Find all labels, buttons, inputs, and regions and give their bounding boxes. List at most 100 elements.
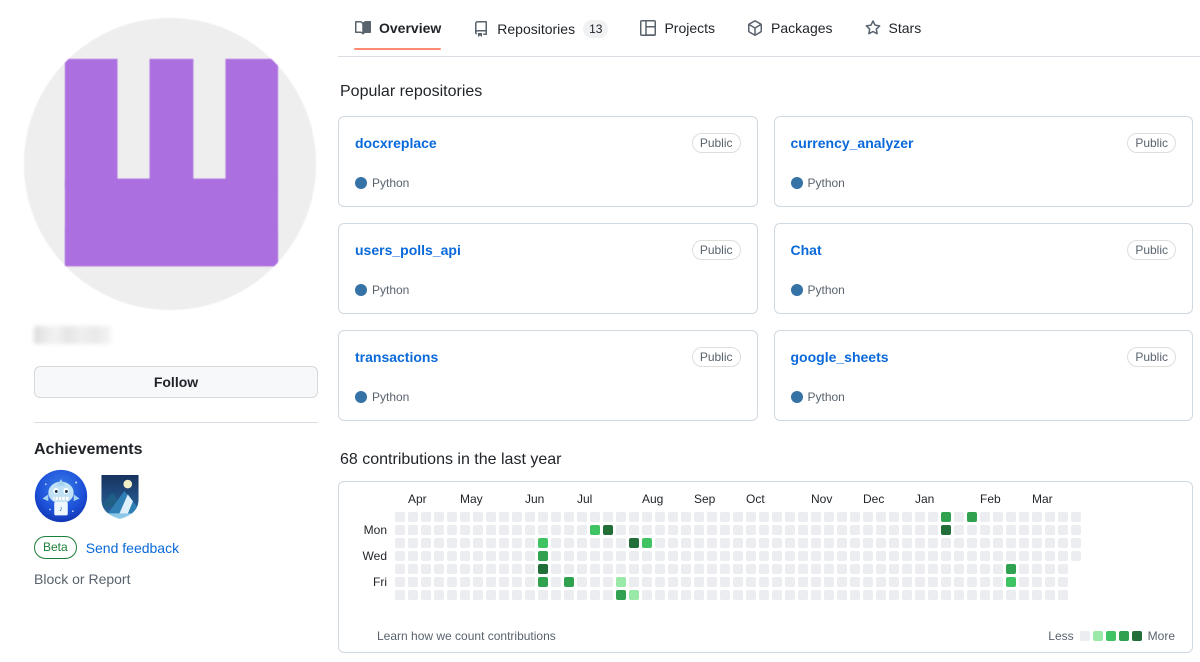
contribution-day[interactable] <box>863 525 873 535</box>
contribution-day[interactable] <box>967 551 977 561</box>
contribution-day[interactable] <box>434 525 444 535</box>
contribution-day[interactable] <box>759 525 769 535</box>
contribution-day[interactable] <box>629 577 639 587</box>
contribution-day[interactable] <box>876 577 886 587</box>
contribution-day[interactable] <box>980 525 990 535</box>
contribution-day[interactable] <box>720 590 730 600</box>
contribution-day[interactable] <box>798 538 808 548</box>
contribution-day[interactable] <box>850 512 860 522</box>
contribution-day[interactable] <box>590 590 600 600</box>
contribution-day[interactable] <box>551 564 561 574</box>
contribution-day[interactable] <box>460 551 470 561</box>
contribution-day[interactable] <box>1071 538 1081 548</box>
contribution-day[interactable] <box>876 551 886 561</box>
contribution-day[interactable] <box>1006 538 1016 548</box>
contribution-day[interactable] <box>668 512 678 522</box>
contribution-day[interactable] <box>1019 512 1029 522</box>
repo-card[interactable]: transactions Public Python <box>338 330 758 421</box>
contribution-day[interactable] <box>954 538 964 548</box>
repo-name-link[interactable]: transactions <box>355 349 438 365</box>
contribution-day[interactable] <box>499 538 509 548</box>
contribution-day[interactable] <box>473 564 483 574</box>
contribution-day[interactable] <box>967 590 977 600</box>
contribution-day[interactable] <box>590 525 600 535</box>
contribution-day[interactable] <box>941 577 951 587</box>
contribution-day[interactable] <box>733 512 743 522</box>
contribution-day[interactable] <box>863 512 873 522</box>
tab-repositories[interactable]: Repositories 13 <box>457 20 624 51</box>
contribution-day[interactable] <box>668 577 678 587</box>
block-or-report-link[interactable]: Block or Report <box>34 571 320 587</box>
contribution-day[interactable] <box>434 538 444 548</box>
contribution-day[interactable] <box>954 590 964 600</box>
contribution-day[interactable] <box>941 590 951 600</box>
contribution-day[interactable] <box>629 590 639 600</box>
contribution-day[interactable] <box>980 512 990 522</box>
contribution-day[interactable] <box>486 590 496 600</box>
contribution-day[interactable] <box>915 564 925 574</box>
contribution-day[interactable] <box>551 551 561 561</box>
contribution-day[interactable] <box>642 525 652 535</box>
contribution-day[interactable] <box>512 551 522 561</box>
contribution-day[interactable] <box>590 564 600 574</box>
contribution-day[interactable] <box>798 551 808 561</box>
send-feedback-link[interactable]: Send feedback <box>86 540 179 556</box>
contribution-day[interactable] <box>408 564 418 574</box>
contribution-day[interactable] <box>824 525 834 535</box>
contribution-day[interactable] <box>902 525 912 535</box>
contribution-day[interactable] <box>603 538 613 548</box>
contribution-day[interactable] <box>590 577 600 587</box>
contribution-day[interactable] <box>486 551 496 561</box>
contribution-day[interactable] <box>629 551 639 561</box>
repo-card[interactable]: users_polls_api Public Python <box>338 223 758 314</box>
contribution-day[interactable] <box>395 538 405 548</box>
contribution-day[interactable] <box>460 512 470 522</box>
contribution-day[interactable] <box>811 564 821 574</box>
contribution-day[interactable] <box>1006 525 1016 535</box>
contribution-day[interactable] <box>668 590 678 600</box>
contribution-day[interactable] <box>1019 551 1029 561</box>
contribution-day[interactable] <box>928 512 938 522</box>
contribution-day[interactable] <box>564 512 574 522</box>
contribution-day[interactable] <box>902 590 912 600</box>
repo-name-link[interactable]: Chat <box>791 242 822 258</box>
contribution-day[interactable] <box>1058 551 1068 561</box>
contribution-day[interactable] <box>616 551 626 561</box>
contribution-day[interactable] <box>824 577 834 587</box>
contribution-day[interactable] <box>902 551 912 561</box>
contribution-day[interactable] <box>447 538 457 548</box>
contribution-day[interactable] <box>1032 538 1042 548</box>
contribution-day[interactable] <box>486 525 496 535</box>
contribution-day[interactable] <box>733 551 743 561</box>
contribution-day[interactable] <box>655 577 665 587</box>
contribution-day[interactable] <box>1058 538 1068 548</box>
contribution-day[interactable] <box>850 564 860 574</box>
contribution-day[interactable] <box>1058 577 1068 587</box>
contribution-day[interactable] <box>980 538 990 548</box>
contribution-day[interactable] <box>1058 564 1068 574</box>
contribution-day[interactable] <box>486 538 496 548</box>
contribution-day[interactable] <box>1006 512 1016 522</box>
contribution-day[interactable] <box>408 577 418 587</box>
contribution-day[interactable] <box>681 512 691 522</box>
contribution-day[interactable] <box>499 590 509 600</box>
contribution-day[interactable] <box>902 538 912 548</box>
contribution-day[interactable] <box>798 525 808 535</box>
contribution-day[interactable] <box>837 577 847 587</box>
contribution-day[interactable] <box>720 525 730 535</box>
contribution-day[interactable] <box>681 525 691 535</box>
contribution-day[interactable] <box>538 590 548 600</box>
contribution-day[interactable] <box>499 577 509 587</box>
contribution-day[interactable] <box>824 564 834 574</box>
contribution-day[interactable] <box>915 577 925 587</box>
contribution-day[interactable] <box>707 512 717 522</box>
contribution-day[interactable] <box>694 577 704 587</box>
contribution-day[interactable] <box>512 538 522 548</box>
contribution-day[interactable] <box>642 577 652 587</box>
contribution-day[interactable] <box>551 577 561 587</box>
contribution-day[interactable] <box>1019 564 1029 574</box>
follow-button[interactable]: Follow <box>34 366 318 398</box>
contribution-day[interactable] <box>785 551 795 561</box>
contribution-day[interactable] <box>655 538 665 548</box>
contribution-day[interactable] <box>850 538 860 548</box>
